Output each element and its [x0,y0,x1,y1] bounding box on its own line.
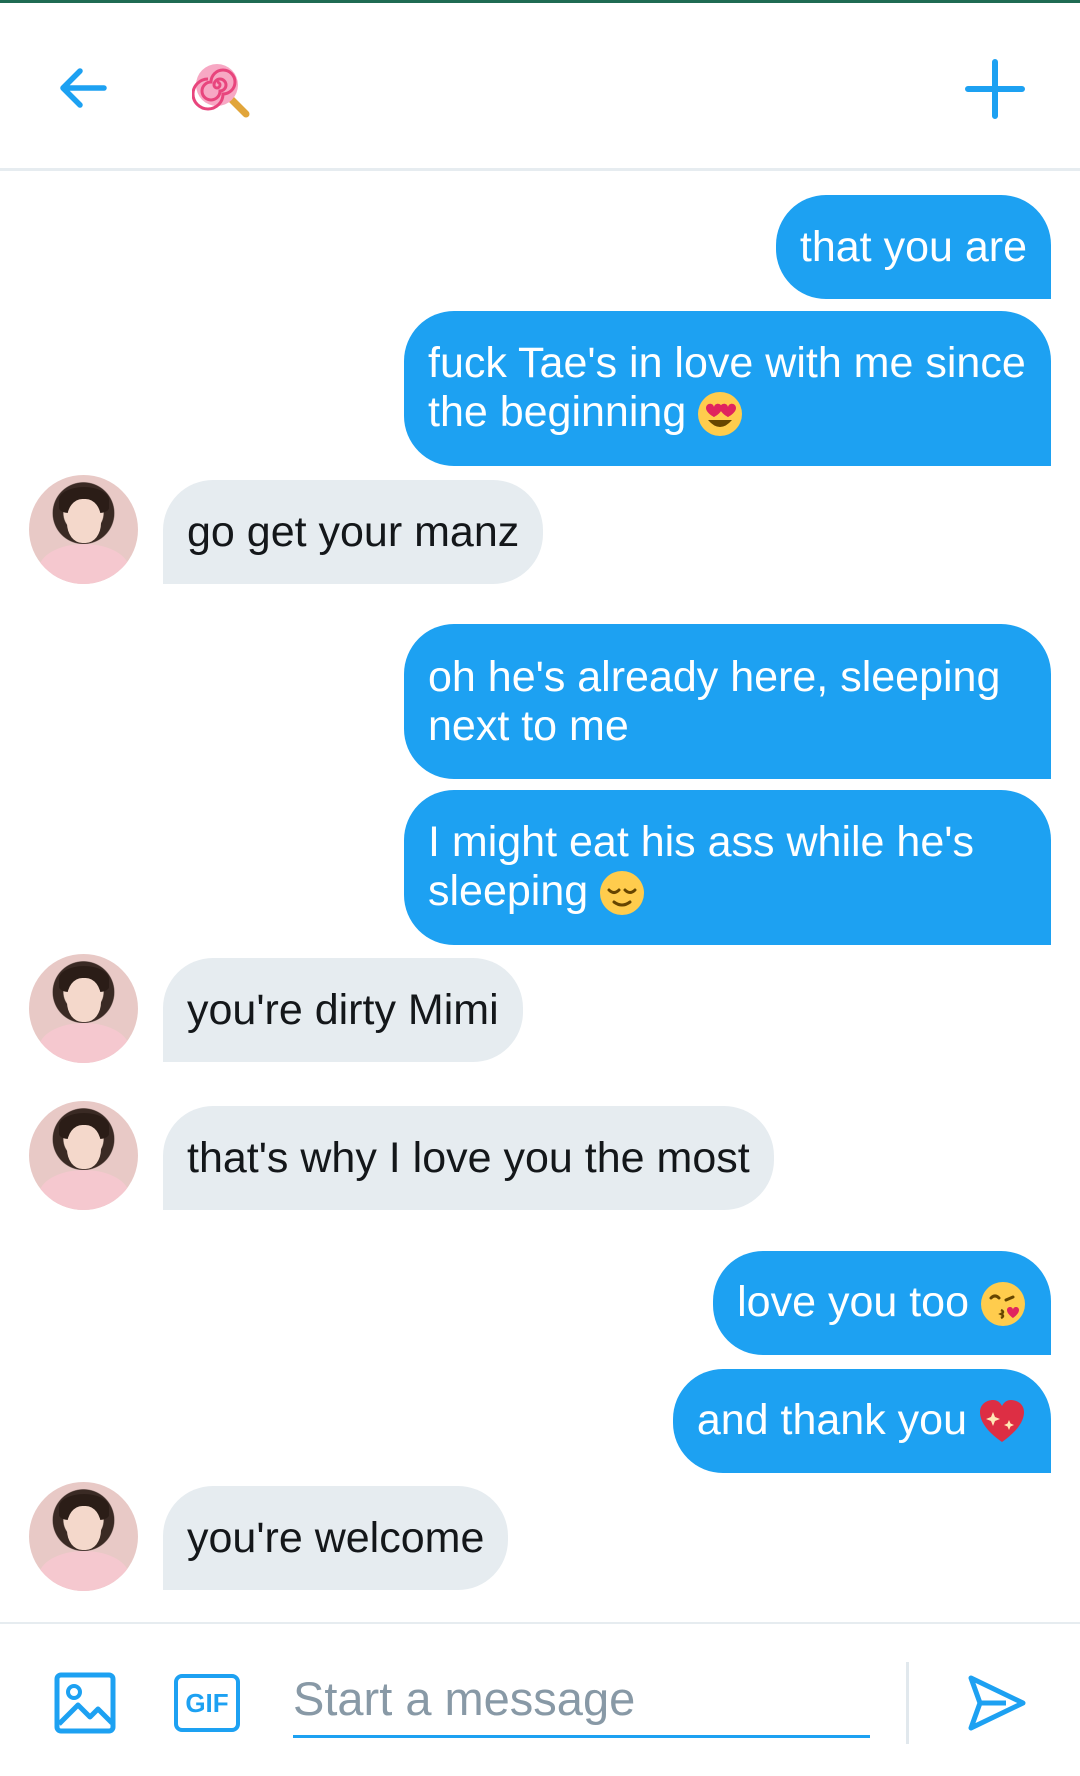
message-text: that's why I love you the most [187,1133,750,1182]
contact-avatar[interactable] [29,475,138,584]
received-message[interactable]: that's why I love you the most [163,1106,774,1210]
contact-avatar[interactable] [29,1101,138,1210]
kissing-heart-emoji [981,1282,1025,1327]
conversation-header [0,0,1080,171]
message-text: go get your manz [187,507,520,556]
contact-avatar[interactable] [29,954,138,1063]
sparkling-heart-emoji [980,1400,1024,1443]
sent-message[interactable]: fuck Tae's in love with me since the beg… [404,311,1051,466]
sent-message[interactable]: and thank you [672,1369,1051,1473]
received-message[interactable]: you're welcome [163,1486,509,1590]
contact-avatar[interactable] [29,1482,138,1591]
message-text: I might eat his ass while he's sleeping [428,817,974,915]
received-message[interactable]: you're dirty Mimi [163,958,523,1062]
message-composer: GIF [0,1622,1080,1776]
composer-divider [906,1662,909,1744]
send-icon[interactable] [966,1672,1028,1734]
sent-message[interactable]: that you are [775,195,1051,299]
received-message[interactable]: go get your manz [163,480,544,584]
message-text: you're dirty Mimi [187,985,499,1034]
message-text: that you are [799,222,1027,271]
message-text: oh he's already here, sleeping next to m… [428,652,1001,750]
new-message-plus-icon[interactable] [962,56,1028,122]
gif-button[interactable]: GIF [174,1674,240,1732]
message-text: and thank you [696,1395,967,1444]
image-icon[interactable] [54,1672,116,1734]
sent-message[interactable]: I might eat his ass while he's sleeping [404,790,1051,945]
gif-label: GIF [185,1687,229,1718]
relieved-emoji [600,871,645,916]
back-button[interactable] [52,56,116,120]
arrow-left-icon [60,68,107,108]
sent-message[interactable]: love you too [713,1251,1051,1355]
heart-eyes-emoji [698,392,743,437]
message-text: love you too [737,1277,969,1326]
sent-message[interactable]: oh he's already here, sleeping next to m… [404,624,1051,779]
message-input[interactable] [293,1662,870,1738]
lollipop-emoji [192,64,250,118]
message-text: you're welcome [187,1513,485,1562]
